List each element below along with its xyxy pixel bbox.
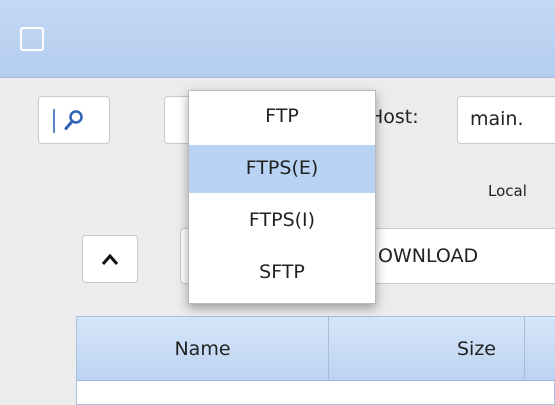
title-bar [0, 0, 555, 78]
path-input[interactable]: OWNLOAD [370, 228, 555, 284]
host-input[interactable]: main. [457, 96, 555, 144]
column-header-name[interactable]: Name [77, 317, 329, 381]
search-button[interactable] [38, 96, 110, 144]
menu-item-sftp[interactable]: SFTP [189, 249, 375, 297]
separator-bar [53, 109, 55, 133]
file-table: Name Size [76, 316, 555, 405]
window-icon[interactable] [20, 27, 44, 51]
menu-item-ftps-explicit[interactable]: FTPS(E) [189, 145, 375, 193]
table-header: Name Size [77, 317, 555, 381]
local-label: Local [488, 182, 527, 200]
up-directory-button[interactable] [82, 235, 138, 283]
search-icon [64, 110, 83, 130]
column-header-extra[interactable] [525, 317, 555, 381]
host-label: Host: [369, 106, 419, 128]
menu-item-ftps-implicit[interactable]: FTPS(I) [189, 197, 375, 245]
chevron-up-icon [101, 253, 119, 265]
column-header-size[interactable]: Size [329, 317, 525, 381]
protocol-dropdown-menu: FTP FTPS(E) FTPS(I) SFTP [188, 90, 376, 304]
menu-item-ftp[interactable]: FTP [189, 93, 375, 141]
